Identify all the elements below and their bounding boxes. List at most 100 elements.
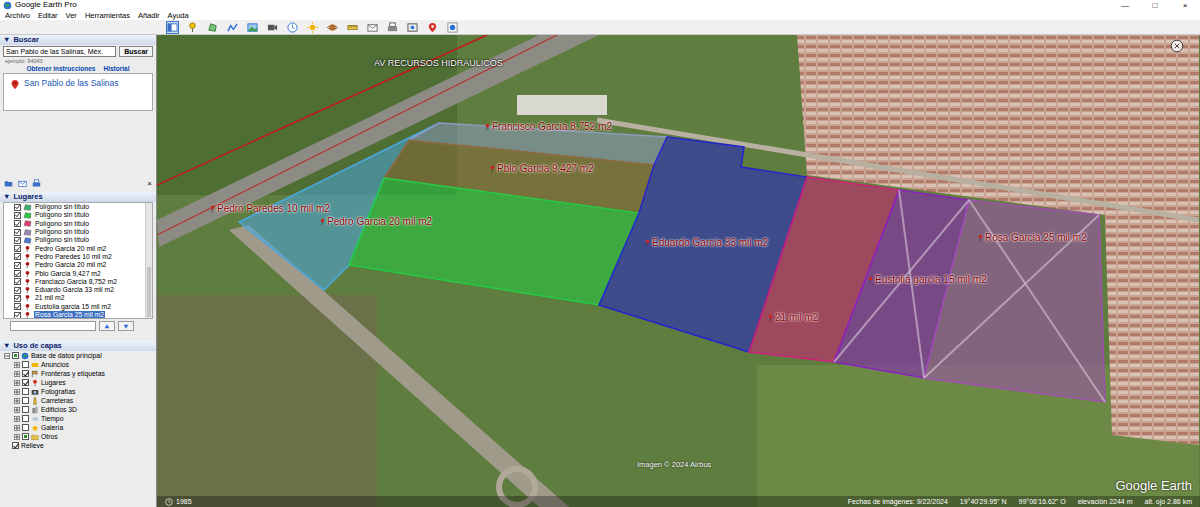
close-search-button[interactable]: ×	[147, 179, 152, 189]
place-item[interactable]: Polígono sin título	[4, 211, 145, 219]
toolbar-button[interactable]	[186, 21, 199, 34]
move-down-button[interactable]	[118, 321, 134, 331]
checkbox[interactable]	[22, 433, 29, 440]
expand-toggle[interactable]	[14, 425, 20, 431]
place-item[interactable]: Polígono sin título	[4, 236, 145, 244]
layer-item[interactable]: Tiempo	[2, 414, 156, 423]
toolbar-button[interactable]	[446, 21, 459, 34]
checkbox[interactable]	[14, 204, 21, 211]
place-item[interactable]: Polígono sin título	[4, 228, 145, 236]
menu-item[interactable]: Ayuda	[168, 11, 189, 20]
navigation-toggle[interactable]	[1170, 39, 1184, 53]
toolbar-button[interactable]	[226, 21, 239, 34]
place-item[interactable]: Franciaco Garcia 8,752 m2	[4, 278, 145, 286]
checkbox[interactable]	[14, 212, 21, 219]
close-button[interactable]: ×	[1170, 0, 1200, 11]
menu-item[interactable]: Archivo	[5, 11, 30, 20]
toolbar-button[interactable]	[206, 21, 219, 34]
checkbox[interactable]	[14, 237, 21, 244]
parcel-label[interactable]: 21 mil m2	[767, 312, 818, 324]
scrollbar-thumb[interactable]	[147, 267, 151, 317]
layer-item[interactable]: Relieve	[2, 441, 156, 450]
parcel-label[interactable]: Rosa Garcia 25 mil m2	[977, 232, 1087, 244]
expand-toggle[interactable]	[14, 434, 20, 440]
expand-toggle[interactable]	[14, 416, 20, 422]
search-result[interactable]: San Pablo de las Salinas	[4, 74, 152, 95]
layer-item[interactable]: Anuncios	[2, 360, 156, 369]
place-item[interactable]: Eduardo Garcia 33 mil m2	[4, 286, 145, 294]
menu-item[interactable]: Añadir	[138, 11, 160, 20]
search-button[interactable]: Buscar	[119, 46, 153, 57]
places-header[interactable]: ▼Lugares	[0, 192, 156, 202]
collapse-toggle[interactable]: ▼	[3, 342, 10, 350]
toolbar-button[interactable]	[346, 21, 359, 34]
map-view[interactable]: AV RECURSOS HIDRAULICOSPedro Paredes 10 …	[157, 35, 1200, 507]
checkbox[interactable]	[14, 270, 21, 277]
scrollbar[interactable]	[145, 203, 152, 318]
checkbox[interactable]	[22, 415, 29, 422]
toolbar-button[interactable]	[166, 21, 179, 34]
layer-item[interactable]: Otros	[2, 432, 156, 441]
toolbar-button[interactable]	[266, 21, 279, 34]
toolbar-button[interactable]	[386, 21, 399, 34]
toolbar-button[interactable]	[286, 21, 299, 34]
toolbar-button[interactable]	[366, 21, 379, 34]
collapse-toggle[interactable]: ▼	[3, 193, 10, 201]
places-filter[interactable]	[10, 321, 96, 331]
layer-item[interactable]: Edificios 3D	[2, 405, 156, 414]
place-item[interactable]: Rosa Garcia 25 mil m2	[4, 311, 145, 318]
checkbox[interactable]	[14, 220, 21, 227]
search-input[interactable]	[3, 46, 116, 57]
checkbox[interactable]	[22, 397, 29, 404]
checkbox[interactable]	[12, 442, 19, 449]
expand-toggle[interactable]	[14, 398, 20, 404]
layer-item[interactable]: Galería	[2, 423, 156, 432]
checkbox[interactable]	[12, 352, 19, 359]
expand-toggle[interactable]	[14, 362, 20, 368]
menu-item[interactable]: Ver	[66, 11, 77, 20]
place-item[interactable]: Polígono sin título	[4, 203, 145, 211]
place-item[interactable]: Eustolia garcia 15 mil m2	[4, 303, 145, 311]
place-item[interactable]: Pedro Garcia 20 mil m2	[4, 261, 145, 269]
toolbar-button[interactable]	[306, 21, 319, 34]
place-item[interactable]: 21 mil m2	[4, 294, 145, 302]
parcel-label[interactable]: Pblo Garcia 9,427 m2	[489, 163, 594, 175]
place-item[interactable]: Pblo Garcia 9,427 m2	[4, 269, 145, 277]
menu-item[interactable]: Herramientas	[85, 11, 130, 20]
expand-toggle[interactable]	[14, 371, 20, 377]
checkbox[interactable]	[14, 245, 21, 252]
checkbox[interactable]	[14, 303, 21, 310]
checkbox[interactable]	[22, 361, 29, 368]
toolbar-button[interactable]	[326, 21, 339, 34]
layer-item[interactable]: Fronteras y etiquetas	[2, 369, 156, 378]
checkbox[interactable]	[22, 370, 29, 377]
checkbox[interactable]	[14, 278, 21, 285]
directions-link[interactable]: Obtener instrucciones	[26, 64, 95, 73]
parcel-label[interactable]: Francisco Garcia 8,752 m2	[484, 121, 612, 133]
layer-item[interactable]: Fotografías	[2, 387, 156, 396]
history-link[interactable]: Historial	[103, 64, 129, 73]
place-item[interactable]: Polígono sin título	[4, 220, 145, 228]
parcel-label[interactable]: Pedro Garcia 20 mil m2	[319, 216, 432, 228]
checkbox[interactable]	[14, 312, 21, 319]
place-item[interactable]: Pedro Paredes 10 mil m2	[4, 253, 145, 261]
parcel-label[interactable]: Pedro Paredes 10 mil m2	[209, 203, 330, 215]
toolbar-button[interactable]	[426, 21, 439, 34]
parcel-label[interactable]: Eduardo Garcia 33 mil m2	[644, 237, 768, 249]
toolbar-button[interactable]	[406, 21, 419, 34]
layer-item[interactable]: Lugares	[2, 378, 156, 387]
checkbox[interactable]	[22, 379, 29, 386]
historical-imagery[interactable]: 1985	[165, 498, 192, 506]
checkbox[interactable]	[22, 388, 29, 395]
checkbox[interactable]	[14, 262, 21, 269]
checkbox[interactable]	[14, 229, 21, 236]
move-up-button[interactable]	[99, 321, 115, 331]
parcel-polygon[interactable]	[349, 178, 639, 305]
checkbox[interactable]	[14, 287, 21, 294]
menu-item[interactable]: Editar	[38, 11, 58, 20]
search-header[interactable]: ▼Buscar	[0, 35, 156, 45]
checkbox[interactable]	[22, 406, 29, 413]
layer-item[interactable]: Carreteras	[2, 396, 156, 405]
parcel-polygon[interactable]	[924, 200, 1105, 402]
layer-item[interactable]: Base de datos principal	[2, 351, 156, 360]
